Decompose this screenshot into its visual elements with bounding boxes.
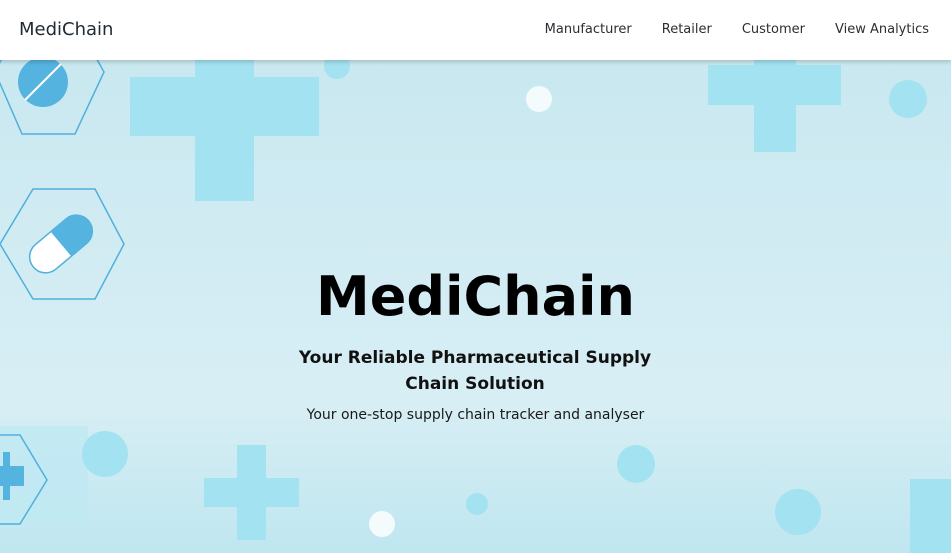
medical-cross-icon	[204, 445, 299, 540]
medical-cross-icon	[130, 60, 319, 201]
hero-subtitle: Your Reliable Pharmaceutical Supply Chai…	[298, 348, 652, 394]
medical-cross-icon	[708, 60, 841, 152]
bubble	[889, 80, 927, 118]
white-dot	[369, 511, 395, 537]
pill-hexagon-top	[0, 60, 105, 135]
navbar: MediChain Manufacturer Retailer Customer…	[0, 0, 951, 60]
nav-link-customer[interactable]: Customer	[742, 22, 805, 38]
nav-link-retailer[interactable]: Retailer	[662, 22, 712, 38]
bubble	[324, 60, 350, 79]
bubble	[82, 431, 128, 477]
bubble	[775, 489, 821, 535]
hero-title: MediChain	[316, 265, 635, 328]
white-dot	[526, 86, 552, 112]
bubble	[466, 493, 488, 515]
hero-description: Your one-stop supply chain tracker and a…	[306, 407, 645, 423]
hero-section: MediChain Your Reliable Pharmaceutical S…	[0, 60, 951, 553]
pill-icon	[18, 60, 68, 107]
nav-link-manufacturer[interactable]: Manufacturer	[545, 22, 632, 38]
cross-hexagon-bottom	[0, 426, 88, 525]
nav-link-view-analytics[interactable]: View Analytics	[835, 22, 929, 38]
nav-links: Manufacturer Retailer Customer View Anal…	[545, 22, 929, 38]
soft-square	[910, 479, 951, 553]
brand-logo-link[interactable]: MediChain	[19, 19, 113, 41]
bubble	[617, 445, 655, 483]
